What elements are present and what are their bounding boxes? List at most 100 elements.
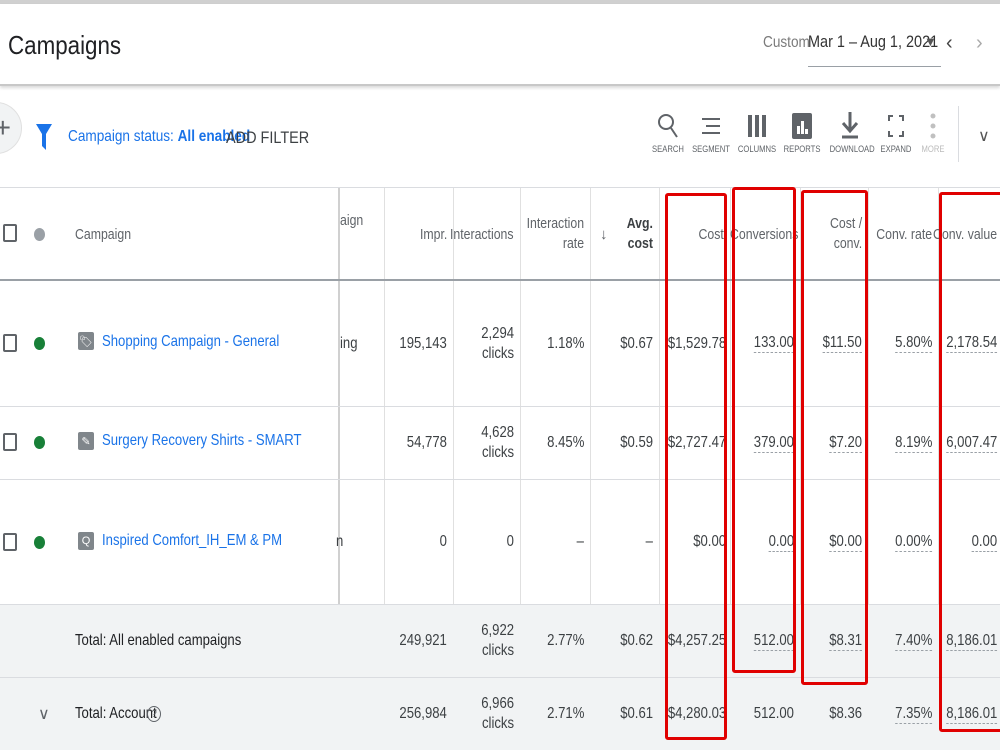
conv-rate-cell: 5.80%	[868, 281, 938, 406]
status-enabled-icon[interactable]	[34, 436, 45, 449]
conv-rate-cell: 8.19%	[868, 407, 938, 479]
interaction-rate-cell: 2.77%	[520, 605, 590, 677]
interaction-rate-cell: 2.71%	[520, 678, 590, 750]
cost-value: $0.00	[693, 533, 726, 550]
campaign-link[interactable]: Shopping Campaign - General	[102, 333, 279, 351]
header-interaction-rate-line1: Interaction	[526, 215, 584, 232]
conversions-value: 512.00	[753, 705, 794, 722]
segment-button[interactable]: SEGMENT	[687, 108, 735, 154]
interaction-rate-value: 8.45%	[546, 434, 584, 451]
filter-icon[interactable]	[36, 124, 52, 155]
download-icon	[826, 108, 874, 144]
reports-icon	[778, 108, 826, 144]
conversions-cell: 133.00	[730, 281, 800, 406]
total-row: ∨ Total: Account ? 256,984 6,966 clicks 2…	[0, 678, 1000, 750]
conv-value-cell: 0.00	[938, 480, 1000, 604]
search-label: SEARCH	[652, 144, 684, 154]
header-conv-rate[interactable]: Conv. rate	[868, 188, 938, 280]
conversions-cell: 512.00	[730, 678, 800, 750]
campaign-link[interactable]: Inspired Comfort_IH_EM & PM	[102, 532, 282, 550]
row-checkbox[interactable]	[3, 433, 17, 451]
header-conv-value[interactable]: Conv. value	[933, 188, 1000, 280]
add-campaign-button[interactable]: +	[0, 102, 22, 154]
conv-rate-value: 7.40%	[894, 631, 932, 651]
cost-per-conv-cell: $8.31	[800, 605, 868, 677]
cost-cell: $0.00	[659, 480, 730, 604]
date-range-underline	[808, 66, 941, 67]
chevron-down-icon[interactable]: ∨	[38, 678, 52, 750]
conv-value-value: 0.00	[971, 532, 997, 552]
reports-button[interactable]: REPORTS	[778, 108, 826, 154]
row-checkbox[interactable]	[3, 334, 17, 352]
interactions-value: 4,628	[481, 424, 514, 441]
cost-per-conv-cell: $8.36	[800, 678, 868, 750]
impr-value: 54,778	[406, 434, 447, 451]
date-range-picker[interactable]: Mar 1 – Aug 1, 2021	[808, 32, 938, 52]
chevron-right-icon[interactable]: ›	[976, 32, 983, 55]
conv-rate-cell: 7.35%	[868, 678, 938, 750]
campaign-link[interactable]: Surgery Recovery Shirts - SMART	[102, 432, 302, 450]
impr-value: 0	[439, 533, 447, 550]
header-interaction-rate[interactable]: Interaction rate	[520, 188, 590, 280]
header-avg-cost[interactable]: Avg. cost	[612, 188, 659, 280]
header-cost-per-conv-line1: Cost /	[829, 215, 862, 232]
avg-cost-cell: $0.59	[590, 407, 659, 479]
header-campaign-type[interactable]: aign	[340, 188, 380, 280]
cost-per-conv-value: $8.36	[829, 705, 862, 722]
avg-cost-value: $0.62	[620, 632, 653, 649]
impr-cell: 256,984	[384, 678, 453, 750]
interaction-rate-value: –	[576, 533, 584, 550]
search-icon	[644, 108, 692, 144]
conversions-value: 133.00	[753, 334, 794, 353]
conversions-value: 512.00	[753, 631, 794, 651]
status-column-header[interactable]	[34, 228, 45, 241]
search-button[interactable]: SEARCH	[644, 108, 692, 154]
download-button[interactable]: DOWNLOAD	[826, 108, 875, 154]
chevron-down-icon[interactable]: ∨	[978, 126, 990, 146]
impr-cell: 195,143	[384, 281, 453, 406]
interaction-rate-cell: –	[520, 480, 590, 604]
campaign-status-filter[interactable]: Campaign status: All enabled	[68, 128, 250, 146]
header-cost[interactable]: Cost	[659, 188, 730, 280]
campaign-type-cell	[340, 407, 380, 479]
select-all-checkbox[interactable]	[3, 224, 17, 242]
header-impr[interactable]: Impr.	[384, 188, 453, 280]
cost-cell: $1,529.78	[659, 281, 730, 406]
header-conv-rate-label: Conv. rate	[876, 225, 932, 243]
interactions-value: 6,966	[481, 695, 514, 712]
dropdown-arrow-icon[interactable]: ▼	[924, 34, 937, 49]
columns-icon	[733, 108, 781, 144]
chevron-left-icon[interactable]: ‹	[946, 32, 953, 55]
more-button[interactable]: MORE	[909, 108, 957, 154]
status-enabled-icon[interactable]	[34, 337, 45, 350]
conversions-value: 0.00	[768, 532, 794, 552]
conv-value-cell: 8,186.01	[938, 678, 1000, 750]
smart-campaign-icon: ✎	[78, 432, 94, 450]
header-interactions[interactable]: Interactions	[450, 188, 520, 280]
cost-cell: $4,280.03	[659, 678, 730, 750]
interactions-cell: 4,628 clicks	[453, 407, 520, 479]
interactions-value: 2,294	[481, 324, 514, 342]
header-cost-per-conv[interactable]: Cost / conv.	[800, 188, 868, 280]
conv-value-value: 8,186.01	[945, 704, 997, 724]
header-campaign[interactable]: Campaign	[75, 188, 275, 280]
header-interaction-rate-line2: rate	[562, 235, 584, 252]
help-icon[interactable]: ?	[147, 678, 163, 750]
reports-label: REPORTS	[783, 144, 821, 154]
interaction-rate-value: 2.71%	[546, 705, 584, 722]
cost-cell: $2,727.47	[659, 407, 730, 479]
impr-cell: 54,778	[384, 407, 453, 479]
conv-rate-value: 7.35%	[894, 704, 932, 724]
avg-cost-value: $0.67	[620, 334, 653, 352]
status-enabled-icon[interactable]	[34, 536, 45, 549]
header-impr-label: Impr.	[419, 225, 447, 243]
row-checkbox[interactable]	[3, 533, 17, 551]
interactions-cell: 6,966 clicks	[453, 678, 520, 750]
impr-value: 256,984	[399, 705, 447, 722]
add-filter-button[interactable]: ADD FILTER	[226, 128, 309, 148]
cost-per-conv-cell: $7.20	[800, 407, 868, 479]
columns-button[interactable]: COLUMNS	[733, 108, 781, 154]
header-conversions[interactable]: Conversions	[730, 188, 800, 280]
cost-value: $1,529.78	[667, 334, 726, 352]
conv-rate-cell: 7.40%	[868, 605, 938, 677]
